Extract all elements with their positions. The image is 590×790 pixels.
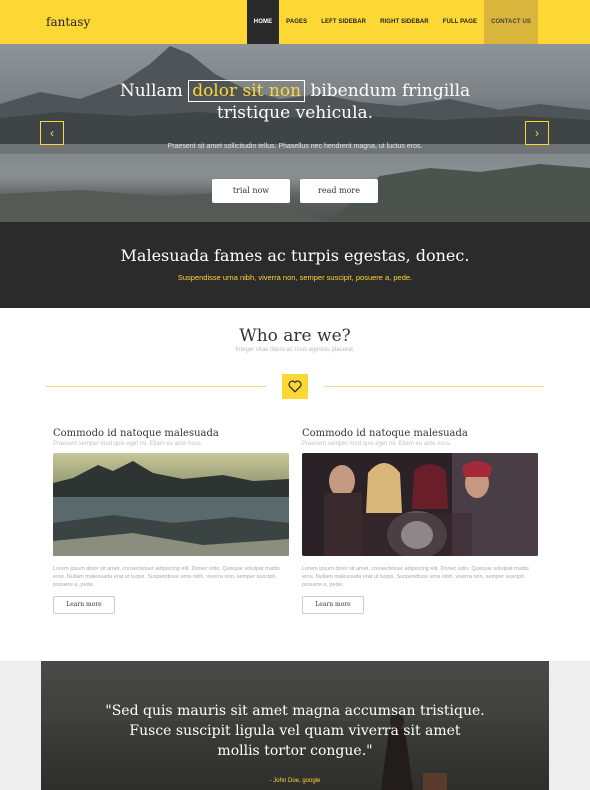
quote-line-2: Fusce suscipit ligula vel quam viverra s…	[129, 723, 461, 739]
learn-more-button[interactable]: Learn more	[53, 596, 115, 614]
feature-card-2: Commodo id natoque malesuada Praesent se…	[302, 428, 538, 614]
nav-right-sidebar[interactable]: RIGHT SIDEBAR	[373, 0, 436, 44]
card-image-landscape[interactable]	[53, 453, 289, 556]
chevron-right-icon: ›	[535, 126, 539, 140]
site-logo[interactable]: fantasy	[46, 15, 90, 29]
divider-left	[46, 386, 266, 387]
nav-contact-us[interactable]: CONTACT US	[484, 0, 538, 44]
hero-title-highlight: dolor sit non	[188, 80, 306, 102]
heart-icon	[282, 374, 308, 399]
testimonial-author: - John Doe, google	[269, 778, 321, 784]
testimonial-quote: "Sed quis mauris sit amet magna accumsan…	[41, 701, 549, 761]
card-subtitle: Praesent semper mod quis eget mi. Etiam …	[302, 441, 452, 447]
learn-more-button[interactable]: Learn more	[302, 596, 364, 614]
band-subtitle: Suspendisse urna nibh, viverra non, semp…	[177, 273, 413, 282]
card-text: Lorem ipsum dolor sit amet, consectetuer…	[53, 566, 280, 588]
card-subtitle: Praesent semper mod quis eget mi. Etiam …	[53, 441, 203, 447]
nav-full-page[interactable]: FULL PAGE	[436, 0, 484, 44]
card-text: Lorem ipsum dolor sit amet, consectetuer…	[302, 566, 529, 588]
nav-left-sidebar[interactable]: LEFT SIDEBAR	[314, 0, 373, 44]
band-title: Malesuada fames ac turpis egestas, donec…	[120, 246, 470, 265]
hero-title: Nullam dolor sit non bibendum fringilla …	[0, 80, 590, 124]
main-nav: HOME PAGES LEFT SIDEBAR RIGHT SIDEBAR FU…	[246, 0, 538, 44]
section-title: Who are we?	[239, 326, 351, 346]
nav-home[interactable]: HOME	[246, 0, 280, 44]
quote-line-1: "Sed quis mauris sit amet magna accumsan…	[105, 703, 485, 719]
slider-next-button[interactable]: ›	[525, 121, 549, 145]
slider-prev-button[interactable]: ‹	[40, 121, 64, 145]
trial-now-button[interactable]: trial now	[212, 179, 290, 203]
quote-line-3: mollis tortor congue."	[217, 743, 373, 759]
nav-pages[interactable]: PAGES	[279, 0, 314, 44]
hero-title-end: bibendum fringilla	[310, 81, 471, 101]
testimonial-box: "Sed quis mauris sit amet magna accumsan…	[41, 661, 549, 790]
hero-title-line2: tristique vehicula.	[216, 103, 374, 123]
read-more-button[interactable]: read more	[300, 179, 378, 203]
hero-landscape-image	[0, 46, 590, 222]
card-title[interactable]: Commodo id natoque malesuada	[53, 428, 289, 439]
chevron-left-icon: ‹	[50, 126, 54, 140]
hero-slider: ‹ › Nullam dolor sit non bibendum fringi…	[0, 44, 590, 222]
feature-card-1: Commodo id natoque malesuada Praesent se…	[53, 428, 289, 614]
site-header: fantasy HOME PAGES LEFT SIDEBAR RIGHT SI…	[0, 0, 590, 44]
tagline-band: Malesuada fames ac turpis egestas, donec…	[0, 222, 590, 308]
hero-title-start: Nullam	[119, 81, 183, 101]
hero-subtitle: Praesent sit amet sollicitudin tellus. P…	[167, 143, 423, 150]
divider-right	[324, 386, 544, 387]
card-title[interactable]: Commodo id natoque malesuada	[302, 428, 538, 439]
section-subtitle: Integer vitae libero ac risus egestas pl…	[235, 347, 355, 353]
card-image-group-photo[interactable]	[302, 453, 538, 556]
